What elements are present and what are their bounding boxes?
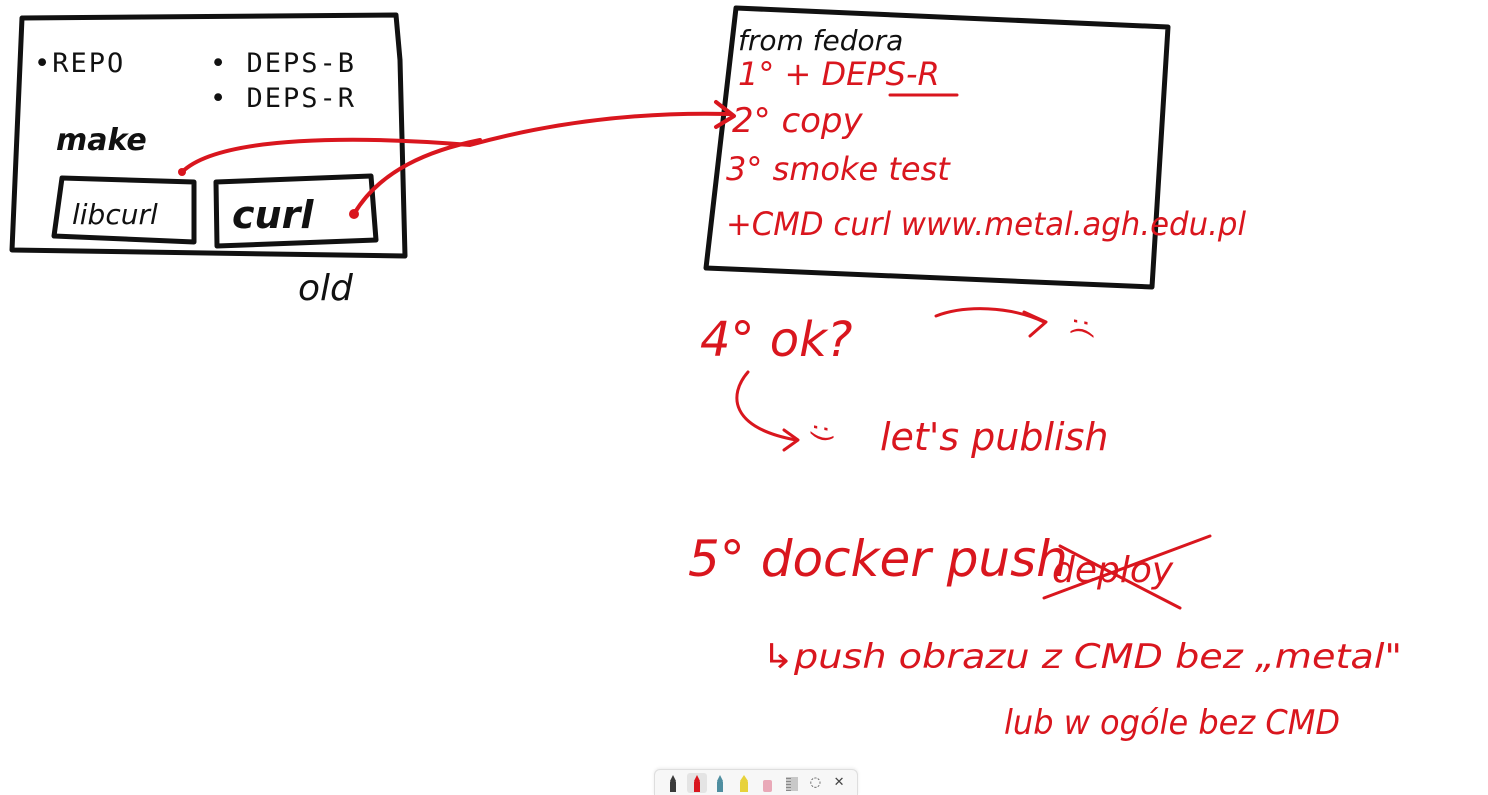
eraser-tool[interactable] xyxy=(758,773,778,793)
eraser-icon xyxy=(763,779,773,792)
step2-label: 2° copy xyxy=(732,101,864,141)
ballpoint-pen-teal-tool[interactable] xyxy=(710,773,730,793)
highlighter-icon xyxy=(740,774,749,792)
step3-label: 3° smoke test xyxy=(726,150,951,188)
pen-icon xyxy=(693,774,700,792)
deps-r-label: • DEPS-R xyxy=(210,83,356,114)
pen-icon xyxy=(717,774,724,792)
from-fedora-label: from fedora xyxy=(738,24,903,57)
lasso-select-tool[interactable]: ◌ xyxy=(805,773,825,793)
step4-label: 4° ok? xyxy=(700,312,852,368)
old-label: old xyxy=(298,268,354,309)
deps-b-label: • DEPS-B xyxy=(210,48,356,79)
make-label: make xyxy=(56,123,147,158)
curl-label: curl xyxy=(232,193,314,237)
repo-label: •REPO xyxy=(34,48,125,79)
pen-toolbar: ◌ ✕ xyxy=(654,769,858,795)
push-note-label: ↳push obrazu z CMD bez „metal" xyxy=(762,637,1402,677)
close-icon: ✕ xyxy=(833,774,845,790)
highlighter-yellow-tool[interactable] xyxy=(734,773,754,793)
ruler-icon xyxy=(785,776,798,791)
libcurl-label: libcurl xyxy=(72,198,158,231)
ruler-tool[interactable] xyxy=(782,773,802,793)
sad-face: :( xyxy=(1067,318,1097,339)
libcurl-dot xyxy=(178,168,186,176)
step5-label: 5° docker push xyxy=(688,530,1068,588)
pen-icon xyxy=(669,774,676,792)
whiteboard-canvas[interactable]: •REPO • DEPS-B • DEPS-R make libcurl cur… xyxy=(0,0,1488,789)
or-note-label: lub w ogóle bez CMD xyxy=(1004,703,1340,743)
close-toolbar-button[interactable]: ✕ xyxy=(829,773,849,793)
happy-face: :) xyxy=(807,424,837,443)
ballpoint-pen-black-tool[interactable] xyxy=(663,773,683,793)
step1-label: 1° + DEPS-R xyxy=(738,55,940,93)
curl-dot xyxy=(349,209,359,219)
lasso-select-icon: ◌ xyxy=(809,774,822,790)
libcurl-to-copy-arrow xyxy=(180,111,732,174)
ok-to-happy-arrow xyxy=(735,370,798,442)
lets-publish-label: let's publish xyxy=(880,415,1108,459)
cmd-label: +CMD curl www.metal.agh.edu.pl xyxy=(726,205,1246,243)
ballpoint-pen-red-tool[interactable] xyxy=(686,772,707,793)
